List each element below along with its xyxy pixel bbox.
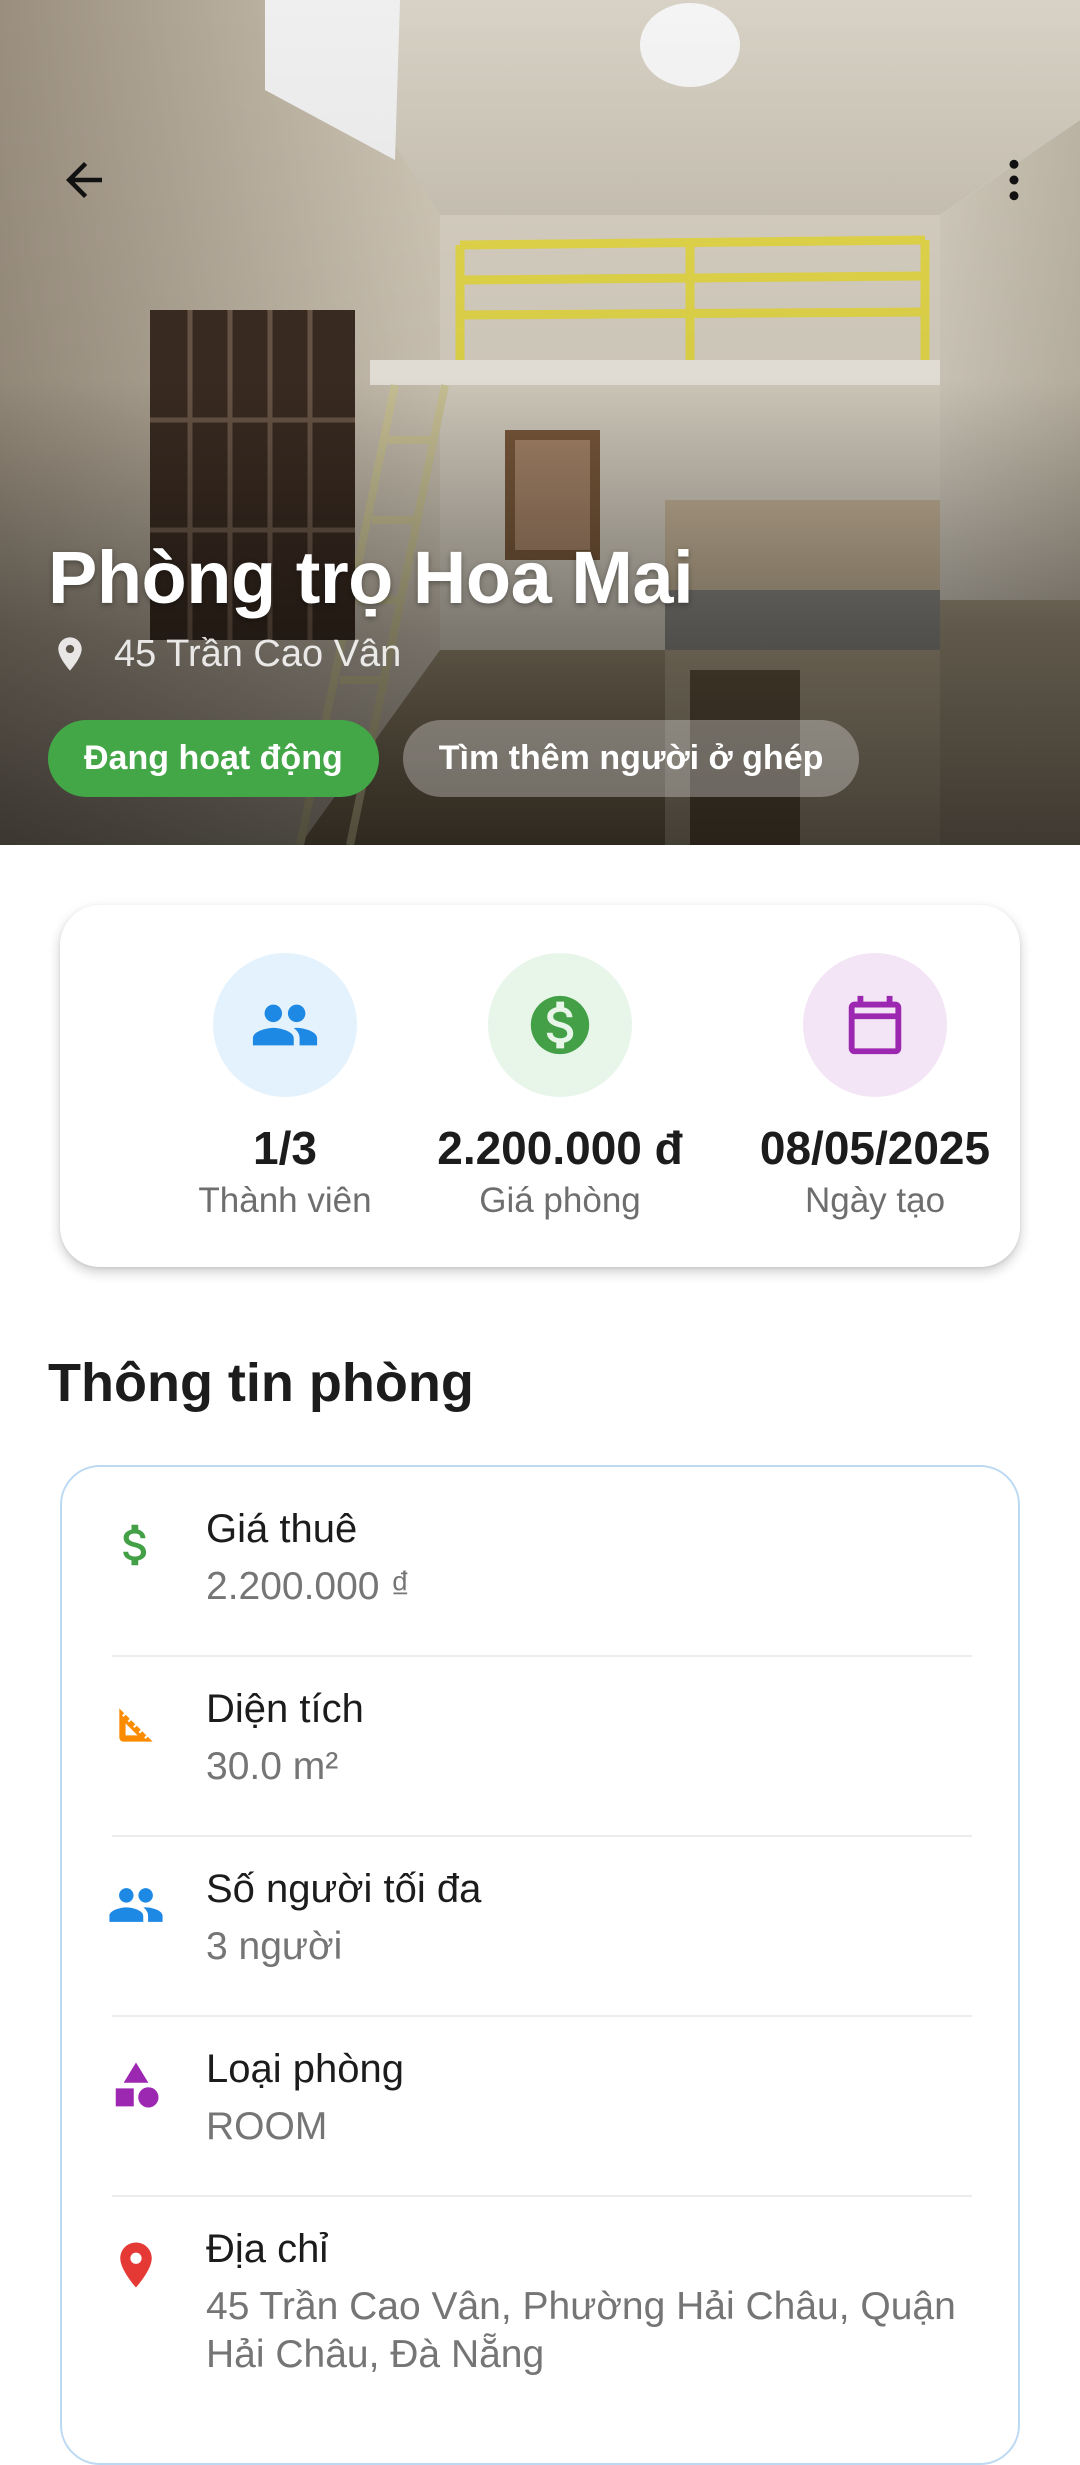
info-label-address: Địa chỉ — [206, 2227, 329, 2271]
info-value-room-type: ROOM — [206, 2105, 328, 2148]
info-value-address: 45 Trần Cao Vân, Phường Hải Châu, Quận H… — [206, 2285, 956, 2376]
divider — [112, 1835, 972, 1837]
calendar-icon — [848, 995, 902, 1055]
price-value: 2.200.000 đ — [437, 1122, 683, 1174]
members-icon-circle — [213, 953, 357, 1097]
date-icon-circle — [803, 953, 947, 1097]
dollar-icon — [106, 1515, 166, 1575]
back-button[interactable] — [36, 132, 132, 228]
location-pin-icon — [106, 2235, 166, 2295]
room-hero: Phòng trọ Hoa Mai 45 Trần Cao Vân Đang h… — [0, 0, 1080, 845]
created-date-label: Ngày tạo — [804, 1181, 946, 1220]
divider — [112, 2015, 972, 2017]
info-label-room-type: Loại phòng — [206, 2047, 404, 2091]
info-label-max-people: Số người tối đa — [206, 1867, 482, 1911]
group-icon — [252, 1004, 318, 1046]
info-label-area: Diện tích — [206, 1687, 364, 1731]
status-chips: Đang hoạt động Tìm thêm người ở ghép — [48, 720, 860, 797]
roommate-chip[interactable]: Tìm thêm người ở ghép — [402, 720, 860, 797]
members-label: Thành viên — [198, 1181, 372, 1220]
members-value: 1/3 — [253, 1122, 317, 1174]
price-label: Giá phòng — [479, 1181, 641, 1220]
created-date-value: 08/05/2025 — [759, 1122, 991, 1174]
room-stats-card: 1/3 Thành viên 2.200.000 đ Giá phòng 08/… — [60, 905, 1020, 1267]
price-icon-circle — [488, 953, 632, 1097]
room-address-text: 45 Trần Cao Vân — [114, 632, 402, 675]
dollar-circle-icon — [530, 995, 590, 1055]
hero-overlay — [0, 0, 1080, 845]
room-info-title: Thông tin phòng — [48, 1353, 474, 1413]
divider — [112, 1655, 972, 1657]
info-label-rent: Giá thuê — [206, 1507, 358, 1551]
room-title: Phòng trọ Hoa Mai — [48, 536, 694, 619]
room-info-card: Giá thuê 2.200.000 ₫ Diện tích 30.0 m² S… — [60, 1465, 1020, 2465]
info-value-rent: 2.200.000 ₫ — [206, 1565, 411, 1608]
status-badge: Đang hoạt động — [48, 720, 379, 797]
more-options-button[interactable] — [966, 132, 1062, 228]
square-foot-icon — [106, 1695, 166, 1755]
room-address: 45 Trần Cao Vân — [50, 632, 401, 676]
info-value-max-people: 3 người — [206, 1925, 343, 1968]
more-vert-icon — [1009, 159, 1019, 201]
arrow-back-icon — [66, 162, 102, 198]
divider — [112, 2195, 972, 2197]
info-value-area: 30.0 m² — [206, 1745, 339, 1788]
group-icon — [106, 1875, 166, 1935]
location-pin-icon — [50, 632, 90, 676]
category-icon — [106, 2055, 166, 2115]
